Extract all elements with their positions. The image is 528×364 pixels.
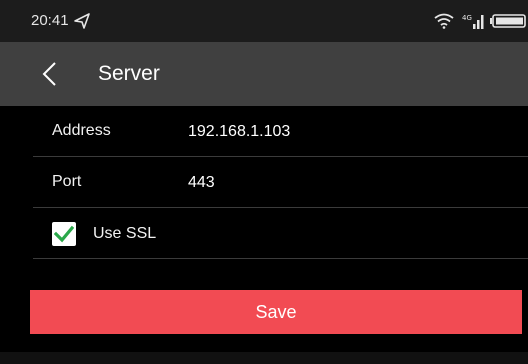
status-bar: 20:41 4G bbox=[0, 0, 528, 42]
address-row: Address bbox=[33, 106, 528, 157]
app-bar: Server bbox=[0, 42, 528, 106]
port-row: Port bbox=[33, 157, 528, 208]
back-button[interactable] bbox=[34, 58, 66, 90]
use-ssl-checkbox[interactable] bbox=[52, 222, 76, 246]
bottom-strip bbox=[0, 352, 528, 364]
use-ssl-row: Use SSL bbox=[33, 208, 528, 259]
battery-icon bbox=[490, 14, 526, 28]
page-title: Server bbox=[98, 62, 160, 85]
checkmark-icon bbox=[54, 225, 74, 243]
wifi-icon bbox=[434, 13, 454, 29]
use-ssl-label[interactable]: Use SSL bbox=[93, 225, 156, 243]
chevron-left-icon bbox=[42, 62, 56, 86]
address-label: Address bbox=[52, 122, 111, 139]
save-button[interactable]: Save bbox=[30, 290, 522, 334]
svg-text:4G: 4G bbox=[462, 14, 472, 22]
port-input[interactable] bbox=[188, 170, 508, 196]
port-label: Port bbox=[52, 173, 82, 190]
location-arrow-icon bbox=[73, 12, 91, 30]
signal-icon: 4G bbox=[462, 12, 486, 30]
address-input[interactable] bbox=[188, 119, 508, 145]
status-time: 20:41 bbox=[31, 12, 69, 29]
